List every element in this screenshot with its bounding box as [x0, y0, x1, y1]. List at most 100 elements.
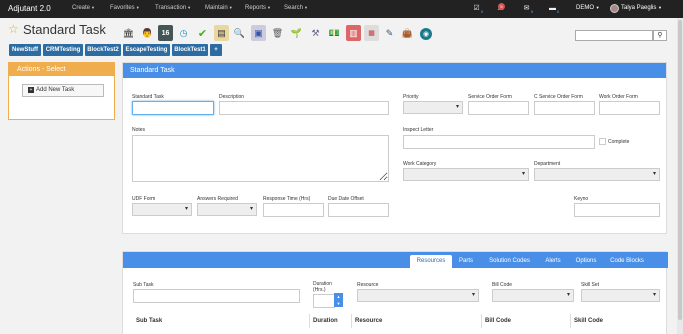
resource-select[interactable]: ▾: [357, 289, 479, 302]
nav-maintain[interactable]: Maintain▼: [205, 5, 233, 11]
caret-down-icon: ▼: [658, 5, 662, 10]
add-new-task-label: Add New Task: [36, 87, 75, 93]
tab-alerts[interactable]: Alerts: [541, 255, 565, 268]
department-label: Department: [534, 161, 561, 167]
tasks-count: 0: [481, 9, 484, 14]
nav-create[interactable]: Create▼: [72, 5, 95, 11]
search-input[interactable]: [575, 30, 653, 41]
escapetesting-button[interactable]: EscapeTesting: [123, 44, 170, 56]
duration-input[interactable]: [313, 294, 335, 308]
tab-parts[interactable]: Parts: [455, 255, 477, 268]
museum-icon[interactable]: 🏛: [121, 25, 136, 41]
standard-task-input[interactable]: [132, 101, 214, 115]
nav-reports-label: Reports: [245, 5, 267, 11]
caret-down-icon: ▼: [595, 5, 600, 10]
nav-search[interactable]: Search▼: [284, 5, 308, 11]
inspect-letter-label: Inspect Letter: [403, 127, 434, 133]
priority-select[interactable]: ▾: [403, 101, 463, 114]
page-title: Standard Task: [23, 22, 106, 37]
priority-label: Priority: [403, 94, 419, 100]
nav-reports[interactable]: Reports▼: [245, 5, 271, 11]
answers-required-label: Answers Required: [197, 196, 238, 202]
nav-transaction[interactable]: Transaction▼: [155, 5, 191, 11]
column-header-sub-task: Sub Task: [133, 314, 310, 328]
scrollbar-thumb[interactable]: [678, 20, 682, 320]
work-order-form-input[interactable]: [599, 101, 660, 115]
environment-menu[interactable]: DEMO ▼: [576, 5, 600, 11]
due-date-offset-input[interactable]: [328, 203, 389, 217]
udf-form-select[interactable]: ▾: [132, 203, 192, 216]
tab-code-blocks[interactable]: Code Blocks: [605, 255, 649, 268]
notes-icon[interactable]: ▤: [214, 25, 229, 41]
calendar-icon[interactable]: 16: [158, 25, 173, 41]
due-date-offset-label: Due Date Offset: [328, 196, 364, 202]
service-order-form-label: Service Order Form: [468, 94, 512, 100]
nav-favorites[interactable]: Favorites▼: [110, 5, 140, 11]
plant-icon[interactable]: 🌱: [289, 25, 304, 41]
monitor-icon[interactable]: ▣: [251, 25, 266, 41]
environment-label: DEMO: [576, 5, 594, 11]
search-icon: ⚲: [657, 32, 663, 39]
notes-textarea[interactable]: [132, 135, 389, 182]
messages-icon[interactable]: ▬: [548, 4, 557, 12]
money-icon[interactable]: 💵: [327, 25, 342, 41]
response-time-input[interactable]: [263, 203, 324, 217]
clock-icon[interactable]: ◷: [176, 25, 191, 41]
newstuff-button[interactable]: NewStuff: [9, 44, 41, 56]
bill-code-label: Bill Code: [492, 282, 513, 288]
tasks-check-icon[interactable]: ☑: [472, 4, 481, 12]
caret-down-icon: ▾: [471, 292, 475, 298]
complete-checkbox[interactable]: [599, 138, 606, 145]
duration-stepper[interactable]: ▲ ▼: [334, 293, 343, 307]
bill-code-select[interactable]: ▾: [492, 289, 574, 302]
plus-icon: +: [28, 87, 34, 93]
search-button[interactable]: ⚲: [653, 30, 667, 41]
blocktest2-button[interactable]: BlockTest2: [85, 44, 121, 56]
mail-icon[interactable]: ✉: [522, 4, 531, 12]
magnifier-icon[interactable]: 🔍: [232, 25, 247, 41]
crmtesting-button[interactable]: CRMTesting: [43, 44, 83, 56]
add-new-task-button[interactable]: + Add New Task: [22, 84, 104, 97]
caret-down-icon: ▼: [187, 5, 192, 10]
app-brand[interactable]: Adjutant 2.0: [8, 4, 51, 13]
description-input[interactable]: [219, 101, 389, 115]
add-button[interactable]: +: [210, 44, 222, 56]
work-category-label: Work Category: [403, 161, 437, 167]
book-icon[interactable]: ▥: [346, 25, 361, 41]
globe-icon[interactable]: ◉: [420, 28, 432, 40]
chevron-down-icon: ▼: [336, 301, 341, 306]
blocktest1-button[interactable]: BlockTest1: [172, 44, 208, 56]
bag-icon[interactable]: 👜: [400, 25, 415, 41]
skill-set-select[interactable]: ▾: [581, 289, 660, 302]
checkmark-icon[interactable]: ✔: [195, 25, 210, 41]
favorite-star-icon[interactable]: ☆: [8, 22, 19, 36]
tab-options[interactable]: Options: [571, 255, 601, 268]
duration-unit-label: (Hrs.): [313, 287, 326, 293]
page-scrollbar[interactable]: [677, 18, 683, 334]
inspect-letter-input[interactable]: [403, 135, 595, 149]
answers-required-select[interactable]: ▾: [197, 203, 257, 216]
tab-resources[interactable]: Resources: [410, 255, 452, 268]
person-icon[interactable]: 👨: [140, 25, 155, 41]
department-select[interactable]: ▾: [534, 168, 660, 181]
panel-title: Standard Task: [123, 63, 666, 78]
caret-down-icon: ▼: [91, 5, 95, 10]
nav-favorites-label: Favorites: [110, 5, 135, 11]
column-header-duration: Duration: [310, 314, 352, 328]
tools-icon[interactable]: ⚒: [308, 25, 323, 41]
keyno-input[interactable]: [574, 203, 660, 217]
work-category-select[interactable]: ▾: [403, 168, 529, 181]
avatar[interactable]: [610, 4, 619, 13]
tab-solution-codes[interactable]: Solution Codes: [482, 255, 537, 268]
response-time-label: Response Time (Hrs): [263, 196, 311, 202]
pencil-icon[interactable]: ✎: [382, 25, 397, 41]
sub-task-input[interactable]: [133, 289, 300, 303]
user-menu[interactable]: Talya Paeglis ▼: [621, 5, 662, 11]
caret-down-icon: ▼: [135, 5, 140, 10]
calendar-page-icon[interactable]: ▦: [364, 25, 379, 41]
trash-icon[interactable]: 🗑: [270, 25, 285, 41]
column-header-bill-code: Bill Code: [482, 314, 571, 328]
service-order-form-input[interactable]: [468, 101, 529, 115]
c-service-order-form-input[interactable]: [534, 101, 595, 115]
resources-panel: Resources Parts Solution Codes Alerts Op…: [122, 251, 668, 334]
